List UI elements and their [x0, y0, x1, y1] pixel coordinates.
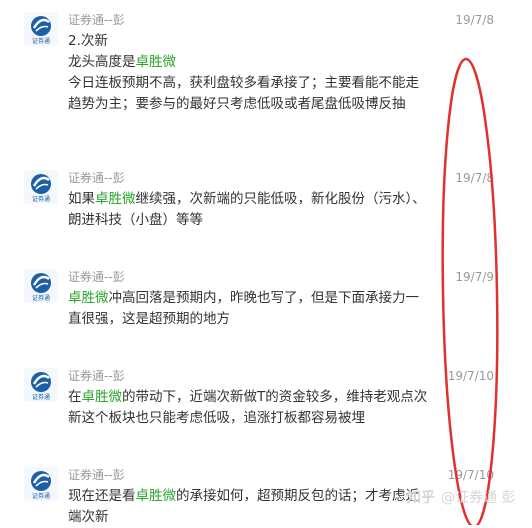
message-date: 19/7/9: [455, 270, 494, 284]
watermark: 知乎 @证券通 彭: [407, 488, 515, 508]
avatar-logo-text: 证券通: [32, 393, 50, 401]
zhihu-logo: 知乎: [407, 490, 435, 506]
stock-name-highlight[interactable]: 卓胜微: [136, 488, 177, 504]
message-line: 龙头高度是卓胜微: [68, 52, 428, 73]
message-text: 的带动下，近端次新做T的资金较多，维持老观点次新这个板块也只能考虑低吸，追涨打板…: [68, 389, 428, 426]
sender-name[interactable]: 证券通--彭: [68, 12, 125, 28]
message-feed: 证券通 证券通--彭 19/7/8 2.次新 龙头高度是卓胜微 今日连板预期不高…: [0, 0, 532, 525]
avatar-logo-text: 证券通: [32, 37, 50, 45]
watermark-text: @证券通 彭: [441, 490, 516, 506]
message-body: 在卓胜微的带动下，近端次新做T的资金较多，维持老观点次新这个板块也只能考虑低吸，…: [68, 387, 428, 429]
sender-name[interactable]: 证券通--彭: [68, 368, 125, 384]
message-line: 卓胜微冲高回落是预期内，昨晚也写了，但是下面承接力一直很强，这是超预期的地方: [68, 288, 428, 330]
message-line: 2.次新: [68, 31, 428, 52]
stock-name-highlight[interactable]: 卓胜微: [82, 389, 123, 405]
message-date: 19/7/8: [455, 13, 494, 27]
avatar[interactable]: 证券通: [24, 368, 58, 402]
message-text: 现在还是看: [68, 488, 136, 504]
message-text: 冲高回落是预期内，昨晚也写了，但是下面承接力一直很强，这是超预期的地方: [68, 290, 419, 327]
message-text: 2.次新: [68, 33, 108, 49]
logo-icon: 证券通: [31, 16, 51, 45]
avatar[interactable]: 证券通: [24, 467, 58, 501]
message-line: 如果卓胜微继续强，次新端的只能低吸，新化股份（污水）、朗进科技（小盘）等等: [68, 189, 428, 231]
message-line: 今日连板预期不高，获利盘较多看承接了；主要看能不能走趋势为主；要参与的最好只考虑…: [68, 73, 428, 115]
message-body: 2.次新 龙头高度是卓胜微 今日连板预期不高，获利盘较多看承接了；主要看能不能走…: [68, 31, 428, 115]
message-date: 19/7/10: [447, 468, 494, 482]
stock-name-highlight[interactable]: 卓胜微: [68, 290, 109, 306]
avatar[interactable]: 证券通: [24, 269, 58, 303]
stock-name-highlight[interactable]: 卓胜微: [136, 54, 177, 70]
message-text: 今日连板预期不高，获利盘较多看承接了；主要看能不能走趋势为主；要参与的最好只考虑…: [68, 75, 419, 112]
message-line: 现在还是看卓胜微的承接如何，超预期反包的话；才考虑近端次新: [68, 486, 428, 528]
avatar[interactable]: 证券通: [24, 12, 58, 46]
avatar-logo-text: 证券通: [32, 492, 50, 500]
stock-name-highlight[interactable]: 卓胜微: [95, 191, 136, 207]
logo-icon: 证券通: [31, 273, 51, 302]
message-line: 在卓胜微的带动下，近端次新做T的资金较多，维持老观点次新这个板块也只能考虑低吸，…: [68, 387, 428, 429]
logo-icon: 证券通: [31, 471, 51, 500]
avatar[interactable]: 证券通: [24, 170, 58, 204]
message-body: 如果卓胜微继续强，次新端的只能低吸，新化股份（污水）、朗进科技（小盘）等等: [68, 189, 428, 231]
sender-name[interactable]: 证券通--彭: [68, 269, 125, 285]
logo-icon: 证券通: [31, 372, 51, 401]
avatar-logo-text: 证券通: [32, 294, 50, 302]
message-body: 现在还是看卓胜微的承接如何，超预期反包的话；才考虑近端次新: [68, 486, 428, 528]
message-body: 卓胜微冲高回落是预期内，昨晚也写了，但是下面承接力一直很强，这是超预期的地方: [68, 288, 428, 330]
logo-icon: 证券通: [31, 174, 51, 203]
message-text: 在: [68, 389, 82, 405]
message-text: 龙头高度是: [68, 54, 136, 70]
sender-name[interactable]: 证券通--彭: [68, 467, 125, 483]
message-text: 如果: [68, 191, 95, 207]
message-date: 19/7/10: [447, 369, 494, 383]
avatar-logo-text: 证券通: [32, 195, 50, 203]
sender-name[interactable]: 证券通--彭: [68, 170, 125, 186]
message-date: 19/7/8: [455, 171, 494, 185]
